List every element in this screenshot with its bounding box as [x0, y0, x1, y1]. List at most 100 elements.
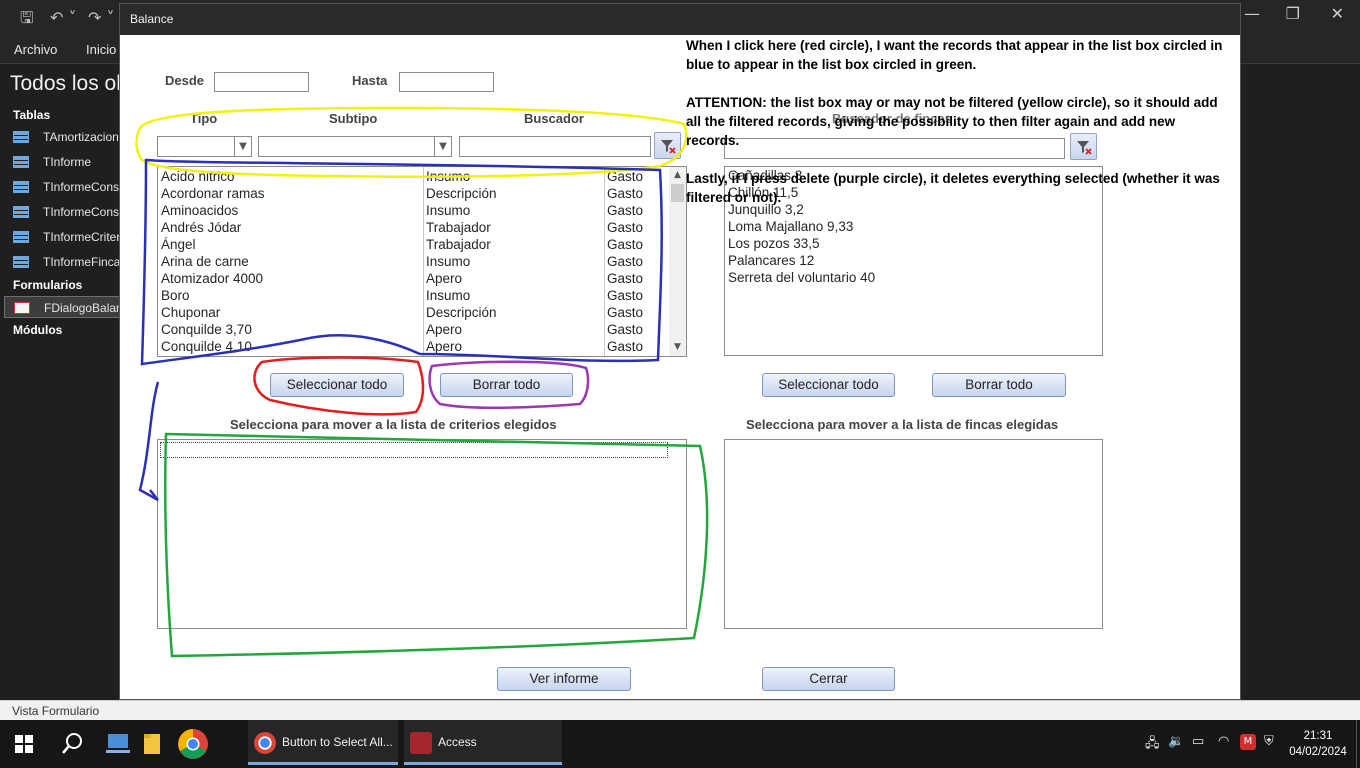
taskbar-app-label: Button to Select All...: [282, 735, 393, 749]
criteria-subtype-cell: Trabajador: [426, 237, 491, 252]
list-item[interactable]: Aminoacidos Insumo Gasto: [158, 203, 668, 220]
list-item[interactable]: Los pozos 33,5: [728, 236, 820, 253]
criteria-subtype-cell: Descripción: [426, 186, 497, 201]
dialog-titlebar[interactable]: Balance: [120, 4, 1240, 35]
nav-table-item[interactable]: TInforme: [13, 151, 120, 173]
list-item[interactable]: Conquilde 3,70 Apero Gasto: [158, 322, 668, 339]
list-item[interactable]: Acido nitrico Insumo Gasto: [158, 169, 668, 186]
list-item[interactable]: Andrés Jódar Trabajador Gasto: [158, 220, 668, 237]
nav-table-item[interactable]: TInformeCriter: [13, 226, 120, 248]
hasta-input[interactable]: [399, 72, 494, 92]
computer-icon[interactable]: [104, 720, 132, 768]
criteria-subtype-cell: Descripción: [426, 305, 497, 320]
criteria-name-cell: Ángel: [161, 237, 196, 252]
ver-informe-button[interactable]: Ver informe: [497, 667, 631, 691]
nav-item-label: TInforme: [43, 155, 92, 169]
save-icon[interactable]: 🖫: [20, 6, 34, 30]
nav-pane-title[interactable]: Todos los ol: [10, 72, 121, 96]
table-icon: [13, 156, 29, 168]
hasta-label: Hasta: [352, 73, 388, 88]
chevron-down-icon[interactable]: ▼: [234, 137, 251, 156]
tipo-combo[interactable]: ▼: [157, 136, 252, 157]
scroll-thumb[interactable]: [671, 184, 684, 202]
criteria-subtype-cell: Trabajador: [426, 220, 491, 235]
chrome-icon: [254, 731, 276, 754]
nav-table-item[interactable]: TInformeCons: [13, 176, 120, 198]
redo-icon[interactable]: ↷ ˅: [88, 6, 115, 30]
clear-all-criteria-button[interactable]: Borrar todo: [440, 373, 573, 397]
list-item[interactable]: Boro Insumo Gasto: [158, 288, 668, 305]
taskbar-app-chrome[interactable]: Button to Select All...: [248, 720, 398, 765]
cerrar-button[interactable]: Cerrar: [762, 667, 895, 691]
undo-icon[interactable]: ↶ ˅: [50, 6, 77, 30]
select-all-criteria-button[interactable]: Seleccionar todo: [270, 373, 404, 397]
file-explorer-icon[interactable]: [142, 720, 162, 768]
windows-start-icon[interactable]: [14, 720, 34, 768]
access-icon: [410, 731, 432, 754]
list-item[interactable]: Arina de carne Insumo Gasto: [158, 254, 668, 271]
buscador-label: Buscador: [524, 111, 584, 126]
criteria-chosen-listbox[interactable]: [157, 439, 687, 629]
criteria-scrollbar[interactable]: ▲ ▼: [669, 167, 686, 356]
show-desktop-button[interactable]: [1356, 720, 1360, 768]
criteria-type-cell: Gasto: [607, 237, 644, 252]
search-icon[interactable]: [60, 720, 84, 768]
nav-table-item[interactable]: TAmortizacion: [13, 126, 120, 148]
scroll-down-icon[interactable]: ▼: [669, 339, 686, 356]
battery-icon[interactable]: ▭: [1192, 734, 1204, 749]
list-item[interactable]: Palancares 12: [728, 253, 814, 270]
nav-form-item[interactable]: FDialogoBalan: [4, 296, 120, 318]
nav-group-modulos[interactable]: Módulos: [13, 323, 62, 337]
clear-filter-button[interactable]: [654, 132, 681, 159]
criteria-name-cell: Atomizador 4000: [161, 271, 264, 286]
list-item[interactable]: Atomizador 4000 Apero Gasto: [158, 271, 668, 288]
nav-group-tablas[interactable]: Tablas: [13, 108, 50, 122]
tab-inicio[interactable]: Inicio: [86, 42, 116, 57]
table-icon: [13, 131, 29, 143]
clear-all-fincas-button[interactable]: Borrar todo: [932, 373, 1066, 397]
criteria-name-cell: Acordonar ramas: [161, 186, 265, 201]
list-item[interactable]: Loma Majallano 9,33: [728, 219, 853, 236]
volume-icon[interactable]: 🔉: [1168, 734, 1184, 749]
nav-item-label: TAmortizacion: [43, 130, 119, 144]
list-item[interactable]: Acordonar ramas Descripción Gasto: [158, 186, 668, 203]
close-icon[interactable]: ✕: [1331, 4, 1344, 23]
nav-table-item[interactable]: TInformeCons: [13, 201, 120, 223]
tipo-label: Tipo: [190, 111, 218, 126]
network-drive-icon[interactable]: 🖧: [1145, 734, 1160, 756]
chevron-down-icon[interactable]: ▼: [434, 137, 451, 156]
scroll-up-icon[interactable]: ▲: [669, 167, 686, 184]
list-item[interactable]: Serreta del voluntario 40: [728, 270, 875, 287]
criteria-type-cell: Gasto: [607, 254, 644, 269]
security-shield-icon[interactable]: ⛨: [1264, 734, 1274, 749]
chrome-icon[interactable]: [176, 720, 210, 768]
criteria-name-cell: Arina de carne: [161, 254, 249, 269]
clock[interactable]: 21:31 04/02/2024: [1286, 728, 1350, 760]
minimize-icon[interactable]: —: [1244, 4, 1260, 23]
list-item[interactable]: Chuponar Descripción Gasto: [158, 305, 668, 322]
antivirus-icon[interactable]: M: [1240, 734, 1256, 750]
buscador-input[interactable]: [459, 136, 651, 157]
restore-icon[interactable]: ❐: [1286, 4, 1300, 23]
navigation-pane: Todos los ol Tablas TAmortizacion TInfor…: [0, 64, 121, 700]
criteria-name-cell: Conquilde 3,70: [161, 322, 252, 337]
desde-input[interactable]: [214, 72, 309, 92]
status-text: Vista Formulario: [12, 704, 100, 718]
tab-archivo[interactable]: Archivo: [14, 42, 57, 57]
taskbar-app-access[interactable]: Access: [404, 720, 562, 765]
list-item[interactable]: Ángel Trabajador Gasto: [158, 237, 668, 254]
list-item[interactable]: Conquilde 4,10 Apero Gasto: [158, 339, 668, 356]
subtipo-combo[interactable]: ▼: [258, 136, 452, 157]
form-icon: [14, 302, 30, 314]
note-paragraph: Lastly, if I press delete (purple circle…: [686, 171, 1220, 205]
criteria-type-cell: Gasto: [607, 220, 644, 235]
nav-item-label: TInformeCons: [43, 180, 120, 194]
table-icon: [13, 181, 29, 193]
nav-table-item[interactable]: TInformeFinca: [13, 251, 120, 273]
fincas-chosen-listbox[interactable]: [724, 439, 1103, 629]
wifi-icon[interactable]: ◠: [1218, 734, 1229, 749]
nav-group-formularios[interactable]: Formularios: [13, 278, 82, 292]
select-all-fincas-button[interactable]: Seleccionar todo: [762, 373, 895, 397]
criteria-subtype-cell: Insumo: [426, 288, 471, 303]
criteria-listbox[interactable]: Acido nitrico Insumo Gasto Acordonar ramas D…: [157, 166, 687, 357]
